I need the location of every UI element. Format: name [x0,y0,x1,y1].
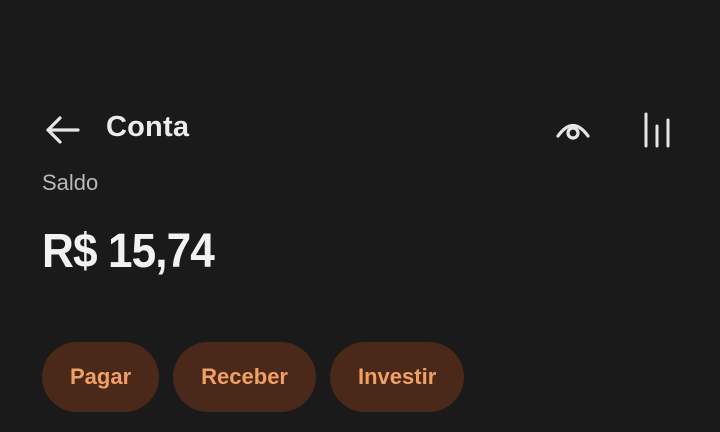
receive-button[interactable]: Receber [173,342,316,412]
bar-chart-icon [644,112,670,148]
invest-button[interactable]: Investir [330,342,465,412]
balance-label: Saldo [42,170,99,195]
balance-amount: R$ 15,74 [42,225,215,278]
back-button[interactable] [38,108,86,152]
eye-icon [556,123,590,140]
app-header: Conta [0,100,720,160]
page-title: Conta [106,111,190,143]
action-buttons: Pagar Receber Investir [42,342,465,412]
statement-chart-button[interactable] [634,108,680,152]
pay-button[interactable]: Pagar [42,342,160,412]
toggle-balance-visibility-button[interactable] [550,108,596,152]
arrow-left-icon [46,116,80,144]
